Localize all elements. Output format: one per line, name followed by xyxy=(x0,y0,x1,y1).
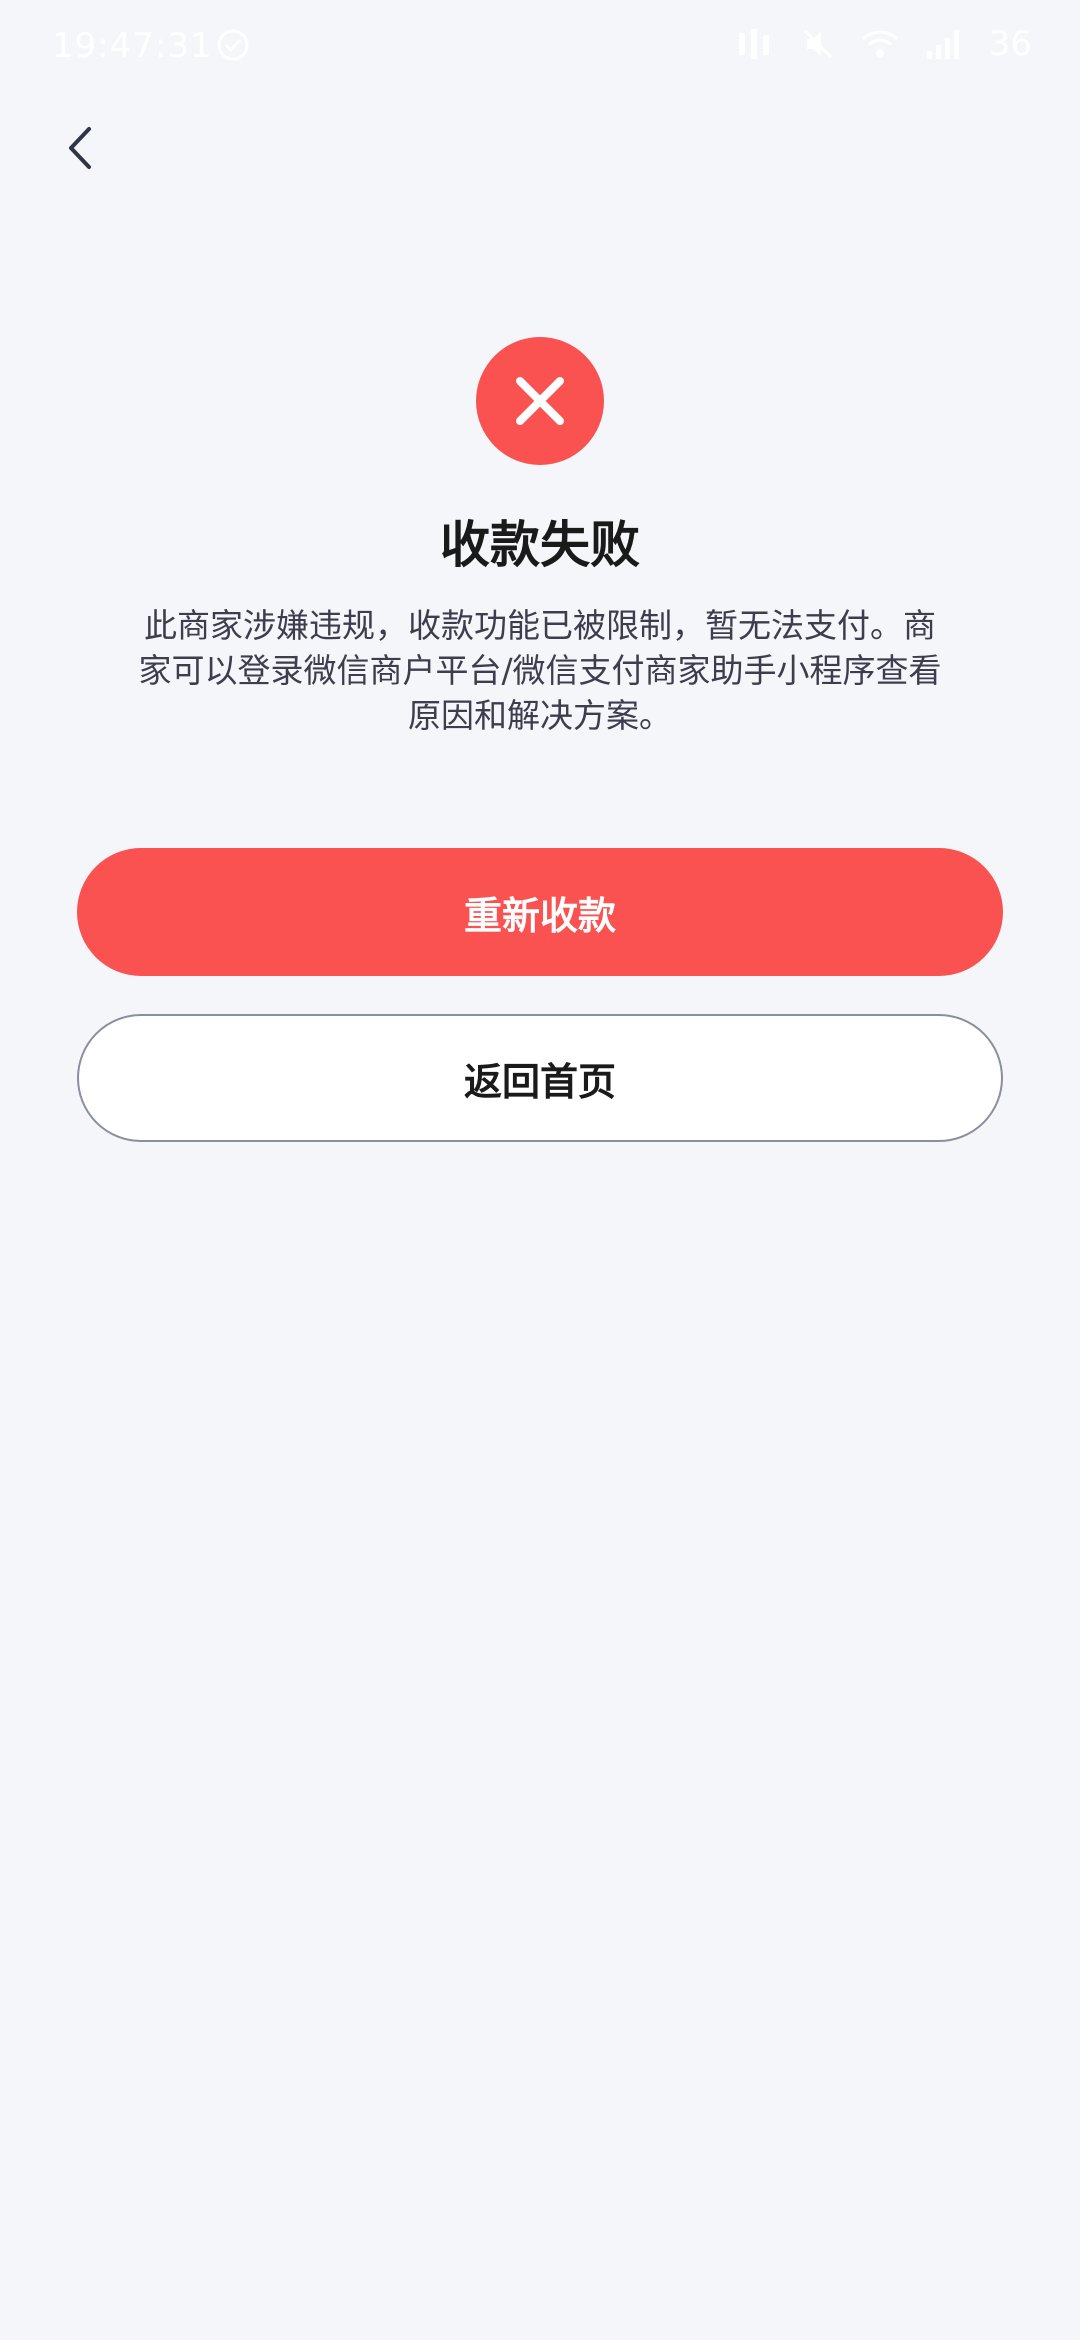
mute-icon xyxy=(803,29,832,59)
back-to-home-button[interactable]: 返回首页 xyxy=(77,1014,1003,1142)
chevron-left-icon xyxy=(69,127,91,169)
status-icons: 36 xyxy=(735,24,1032,64)
status-bar: 19:47:31 36 xyxy=(0,0,1080,95)
back-button[interactable] xyxy=(50,118,110,178)
nfc-icon xyxy=(738,29,769,59)
error-status-icon xyxy=(476,337,604,465)
wifi-icon xyxy=(861,30,898,57)
signal-icon xyxy=(926,30,959,59)
page-title: 收款失败 xyxy=(440,516,640,574)
retry-payment-button[interactable]: 重新收款 xyxy=(77,848,1003,976)
check-circle-icon xyxy=(217,29,249,61)
failure-description: 此商家涉嫌违规，收款功能已被限制，暂无法支付。商家可以登录微信商户平台/微信支付… xyxy=(138,606,942,735)
close-icon xyxy=(516,377,564,425)
battery-level: 36 xyxy=(988,24,1032,64)
status-time: 19:47:31 xyxy=(52,26,213,66)
